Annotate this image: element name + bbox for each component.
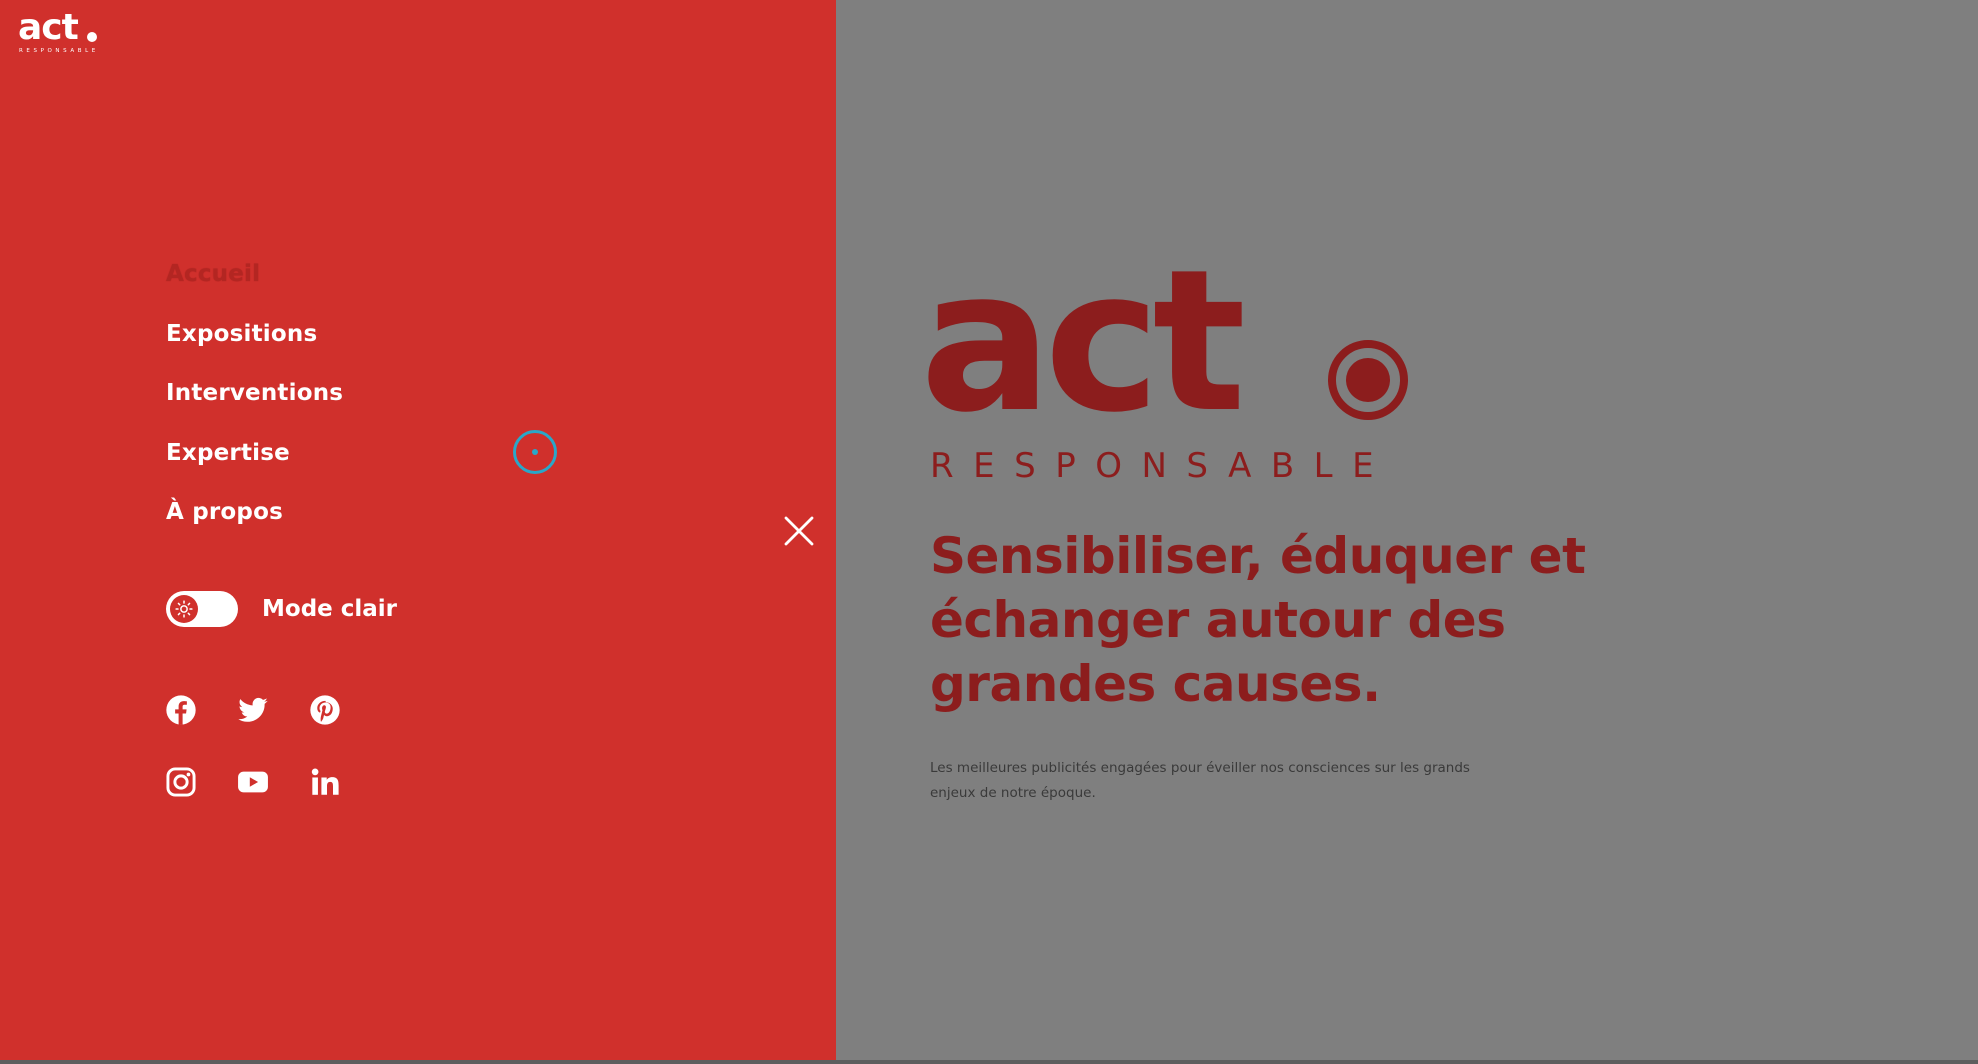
pinterest-link[interactable] <box>308 693 342 727</box>
hero-logo-ring-icon <box>1328 340 1408 420</box>
menu-panel: act RESPONSABLE Accueil Expositions Inte… <box>0 0 836 1064</box>
bottom-edge <box>0 1060 1978 1064</box>
facebook-icon <box>166 695 196 725</box>
hero-logo-word: act <box>920 228 1246 456</box>
hero-headline: Sensibiliser, éduquer et échanger autour… <box>930 527 1586 713</box>
main-nav: Accueil Expositions Interventions Expert… <box>166 252 343 550</box>
hero-section: act RESPONSABLE Sensibiliser, éduquer et… <box>920 242 1646 801</box>
hero-logo: act RESPONSABLE <box>920 242 1426 490</box>
brand-logo-dot <box>87 32 97 42</box>
social-links <box>164 693 384 799</box>
nav-item-accueil[interactable]: Accueil <box>166 252 343 312</box>
mode-toggle-label: Mode clair <box>262 596 398 622</box>
nav-item-expertise[interactable]: Expertise <box>166 431 343 491</box>
close-menu-button[interactable] <box>782 514 816 548</box>
brand-logo-word: act <box>18 7 79 48</box>
brand-logo[interactable]: act RESPONSABLE <box>18 10 102 56</box>
brand-logo-subtitle: RESPONSABLE <box>19 48 99 54</box>
linkedin-icon <box>311 768 339 795</box>
toggle-knob <box>170 595 198 623</box>
mode-toggle[interactable] <box>166 591 238 627</box>
youtube-link[interactable] <box>236 765 270 799</box>
youtube-icon <box>238 771 268 793</box>
nav-item-a-propos[interactable]: À propos <box>166 490 343 550</box>
hero-tagline: Les meilleures publicités engagées pour … <box>930 759 1470 801</box>
facebook-link[interactable] <box>164 693 198 727</box>
instagram-icon <box>166 767 196 797</box>
pinterest-icon <box>310 695 340 725</box>
instagram-link[interactable] <box>164 765 198 799</box>
hero-logo-subtitle: RESPONSABLE <box>930 446 1394 486</box>
linkedin-link[interactable] <box>308 765 342 799</box>
close-icon <box>784 516 814 546</box>
sun-icon <box>175 600 193 618</box>
nav-item-expositions[interactable]: Expositions <box>166 312 343 372</box>
twitter-link[interactable] <box>236 693 270 727</box>
mode-toggle-row: Mode clair <box>166 590 397 628</box>
nav-item-interventions[interactable]: Interventions <box>166 371 343 431</box>
pointer-cursor-ring <box>513 430 557 474</box>
twitter-icon <box>238 697 268 722</box>
